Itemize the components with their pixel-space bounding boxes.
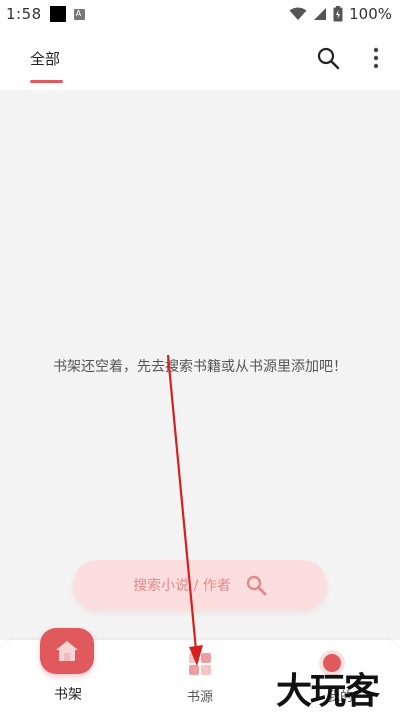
empty-message: 书架还空着，先去搜索书籍或从书源里添加吧！: [53, 359, 347, 375]
battery-percent: 100%: [349, 5, 392, 23]
tab-all[interactable]: 全部: [30, 48, 60, 69]
nav-item-bookshelf[interactable]: 书架: [28, 628, 108, 710]
notification-a-icon: [73, 8, 85, 20]
watermark-text: 大玩客: [276, 671, 380, 712]
source-grid-icon: [189, 653, 211, 675]
status-time: 1:58: [6, 5, 42, 23]
nav-label-bookshelf: 书架: [54, 687, 82, 703]
nav-label-source: 书源: [186, 690, 213, 705]
signal-icon: [314, 8, 327, 20]
tab-indicator: [30, 80, 63, 83]
status-left: 1:58: [6, 5, 85, 23]
search-icon[interactable]: [316, 46, 340, 70]
more-vert-icon[interactable]: [366, 46, 386, 70]
app-bar: 全部: [0, 28, 400, 90]
notification-black-square-icon: [49, 6, 66, 22]
status-bar: 1:58 100%: [0, 0, 400, 28]
bookshelf-active-bg: [40, 628, 94, 674]
search-button-label: 搜索小说 / 作者: [133, 578, 231, 594]
nav-item-source[interactable]: 书源: [160, 640, 240, 710]
home-icon: [56, 641, 78, 661]
wifi-icon: [289, 7, 307, 20]
status-right: 100%: [289, 5, 392, 23]
search-icon: [246, 575, 267, 596]
battery-icon: [333, 6, 343, 22]
bookshelf-content: 书架还空着，先去搜索书籍或从书源里添加吧！ 搜索小说 / 作者: [0, 90, 400, 640]
search-novel-button[interactable]: 搜索小说 / 作者: [73, 560, 327, 610]
